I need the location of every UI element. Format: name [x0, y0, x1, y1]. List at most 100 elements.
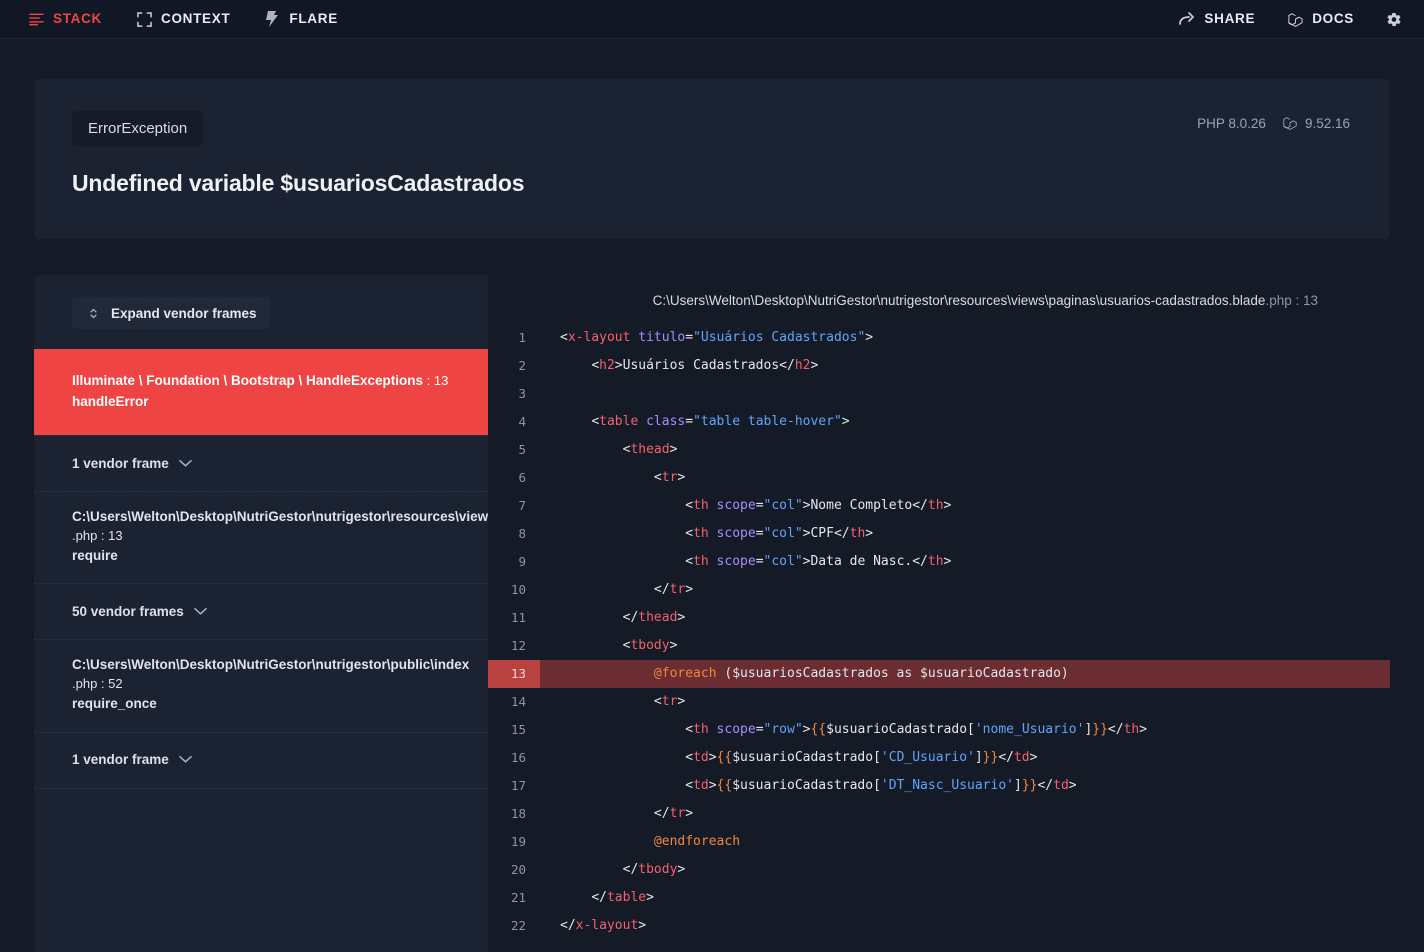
expand-vendor-frames-row: Expand vendor frames [34, 275, 488, 349]
laravel-version: 9.52.16 [1282, 115, 1350, 131]
code-line-content: <tr> [653, 694, 686, 709]
code-line-number: 5 [518, 442, 526, 457]
exception-type-badge: ErrorException [72, 111, 204, 146]
code-line-content: @endforeach [653, 834, 741, 849]
code-line: 11 </thead> [488, 604, 1390, 632]
stack-frame-line: .php : 13 [72, 527, 123, 543]
code-line-content: <td>{{$usuarioCadastrado['DT_Nasc_Usuari… [685, 778, 1077, 793]
code-line: 14 <tr> [488, 688, 1390, 716]
code-line-number: 14 [510, 694, 526, 709]
code-lines: 1 <x-layout titulo="Usuários Cadastrados"… [488, 324, 1390, 940]
code-line: 2 <h2>Usuários Cadastrados</h2> [488, 352, 1390, 380]
code-line-content: <tr> [653, 470, 686, 485]
stack-frame-file: C:\Users\Welton\Desktop\NutriGestor\nutr… [72, 657, 470, 673]
code-line-number: 2 [518, 358, 526, 373]
code-line: 4 <table class="table table-hover"> [488, 408, 1390, 436]
stack-frame-method: require [72, 547, 118, 563]
code-line-number: 17 [510, 778, 526, 793]
code-line: 21 </table> [488, 884, 1390, 912]
code-line-number: 15 [510, 722, 526, 737]
nav-left-group: STACK CONTEXT FLARE [28, 11, 338, 27]
nav-tab-stack[interactable]: STACK [28, 11, 102, 27]
share-arrow-icon [1179, 11, 1195, 27]
nav-action-label: SHARE [1204, 11, 1256, 27]
nav-right-group: SHARE DOCS [1179, 11, 1402, 27]
code-line-number: 12 [510, 638, 526, 653]
frames-list-filler [34, 787, 488, 952]
code-line-number: 22 [510, 918, 526, 933]
vendor-frames-toggle[interactable]: 1 vendor frame [34, 435, 488, 491]
error-summary-card: ErrorException Undefined variable $usuar… [34, 79, 1390, 239]
stack-frame-selected[interactable]: Illuminate \ Foundation \ Bootstrap \ Ha… [34, 349, 488, 436]
code-file-path[interactable]: C:\Users\Welton\Desktop\NutriGestor\nutr… [488, 275, 1390, 324]
code-line-content: <x-layout titulo="Usuários Cadastrados"> [560, 330, 874, 345]
code-line-content: @foreach ($usuariosCadastrados as $usuar… [653, 666, 1069, 681]
code-line-number: 1 [518, 330, 526, 345]
code-line-number: 19 [510, 834, 526, 849]
stack-frame-line: : 13 [423, 373, 449, 388]
code-line-number: 4 [518, 414, 526, 429]
code-file-line-text: .php : 13 [1265, 293, 1318, 308]
code-line-number: 3 [518, 386, 526, 401]
nav-action-docs[interactable]: DOCS [1287, 11, 1354, 27]
top-navigation-bar: STACK CONTEXT FLARE SHARE DOCS [0, 0, 1424, 39]
code-line: 6 <tr> [488, 464, 1390, 492]
stack-and-code-split: Expand vendor frames Illuminate \ Founda… [34, 275, 1390, 952]
stack-lines-icon [28, 11, 44, 27]
nav-action-share[interactable]: SHARE [1179, 11, 1255, 27]
code-line-number: 8 [518, 526, 526, 541]
code-line-content: </tr> [653, 582, 694, 597]
code-line-content: <table class="table table-hover"> [591, 414, 850, 429]
code-line-content: <th scope="row">{{$usuarioCadastrado['no… [685, 722, 1148, 737]
code-line-number: 16 [510, 750, 526, 765]
nav-tab-flare[interactable]: FLARE [264, 11, 338, 27]
code-line-number: 20 [510, 862, 526, 877]
code-line: 13 @foreach ($usuariosCadastrados as $us… [488, 660, 1390, 688]
laravel-version-label: 9.52.16 [1304, 115, 1350, 131]
stack-frame[interactable]: C:\Users\Welton\Desktop\NutriGestor\nutr… [34, 639, 488, 731]
page-body: ErrorException Undefined variable $usuar… [0, 79, 1424, 952]
brackets-icon [136, 11, 152, 27]
frames-list: Illuminate \ Foundation \ Bootstrap \ Ha… [34, 349, 488, 788]
code-line: 10 </tr> [488, 576, 1390, 604]
php-version-label: PHP 8.0.26 [1197, 115, 1266, 131]
chevron-down-icon [178, 455, 194, 471]
code-line-content: </tr> [653, 806, 694, 821]
code-line-content: <th scope="col">CPF</th> [685, 526, 874, 541]
stack-frames-panel: Expand vendor frames Illuminate \ Founda… [34, 275, 488, 952]
code-line-number: 10 [510, 582, 526, 597]
nav-tab-context[interactable]: CONTEXT [136, 11, 230, 27]
error-message: Undefined variable $usuariosCadastrados [72, 170, 525, 196]
code-line: 7 <th scope="col">Nome Completo</th> [488, 492, 1390, 520]
stack-frame-line: .php : 52 [72, 676, 123, 692]
expand-vendor-frames-label: Expand vendor frames [111, 305, 257, 321]
vendor-frames-label: 1 vendor frame [72, 752, 169, 768]
code-line: 16 <td>{{$usuarioCadastrado['CD_Usuario'… [488, 744, 1390, 772]
code-line: 1 <x-layout titulo="Usuários Cadastrados"… [488, 324, 1390, 352]
code-file-path-text: C:\Users\Welton\Desktop\NutriGestor\nutr… [652, 293, 1266, 308]
vendor-frames-toggle[interactable]: 50 vendor frames [34, 583, 488, 639]
nav-action-label: DOCS [1312, 11, 1354, 27]
code-line-content: <tbody> [622, 638, 678, 653]
stack-frame[interactable]: C:\Users\Welton\Desktop\NutriGestor\nutr… [34, 491, 488, 583]
code-preview-panel: C:\Users\Welton\Desktop\NutriGestor\nutr… [488, 275, 1390, 952]
code-line: 18 </tr> [488, 800, 1390, 828]
code-line-content: <td>{{$usuarioCadastrado['CD_Usuario']}}… [685, 750, 1038, 765]
code-line: 15 <th scope="row">{{$usuarioCadastrado[… [488, 716, 1390, 744]
settings-button[interactable] [1386, 11, 1402, 27]
chevron-updown-icon [85, 305, 101, 321]
code-line: 22 </x-layout> [488, 912, 1390, 940]
code-line: 9 <th scope="col">Data de Nasc.</th> [488, 548, 1390, 576]
code-line-number: 7 [518, 498, 526, 513]
code-line-number: 21 [510, 890, 526, 905]
code-line-number: 11 [510, 610, 526, 625]
code-line-content: <th scope="col">Nome Completo</th> [685, 498, 952, 513]
stack-frame-method: require_once [72, 696, 157, 711]
code-line: 5 <thead> [488, 436, 1390, 464]
code-line: 19 @endforeach [488, 828, 1390, 856]
code-line-number: 9 [518, 554, 526, 569]
expand-vendor-frames-button[interactable]: Expand vendor frames [72, 297, 270, 329]
vendor-frames-toggle[interactable]: 1 vendor frame [34, 731, 488, 788]
code-line-content: <h2>Usuários Cadastrados</h2> [591, 358, 819, 373]
code-line: 20 </tbody> [488, 856, 1390, 884]
